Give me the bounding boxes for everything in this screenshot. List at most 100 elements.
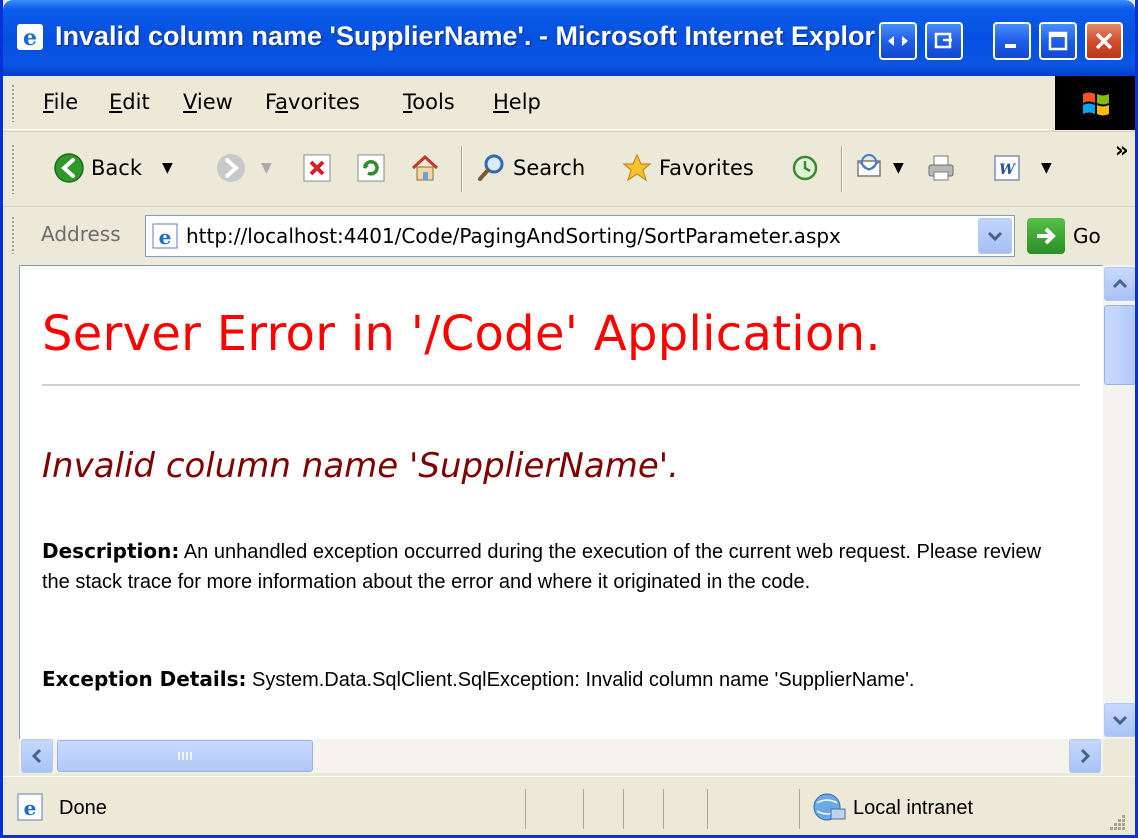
menu-bar: File Edit View Favorites Tools Help xyxy=(3,76,1135,130)
back-arrow-icon xyxy=(54,153,84,183)
page-icon: e xyxy=(152,223,178,249)
word-edit-button[interactable]: W ▼ xyxy=(991,152,1052,184)
chevron-left-icon xyxy=(31,748,42,764)
resize-grip-icon[interactable] xyxy=(1107,812,1127,832)
description-label: Description: xyxy=(42,539,180,563)
scroll-right-button[interactable] xyxy=(1069,739,1101,773)
description-paragraph: Description: An unhandled exception occu… xyxy=(42,536,1042,597)
maximize-icon xyxy=(1048,31,1068,51)
vertical-scrollbar[interactable] xyxy=(1103,265,1135,739)
scroll-up-button[interactable] xyxy=(1104,267,1135,301)
arrows-icon xyxy=(888,36,908,46)
toolbar-chevron[interactable]: » xyxy=(1115,138,1129,162)
address-bar: Address e http://localhost:4401/Code/Pag… xyxy=(3,208,1135,262)
tile-windows-button[interactable] xyxy=(879,22,917,60)
back-dropdown-icon[interactable]: ▼ xyxy=(162,160,173,176)
status-divider xyxy=(525,789,526,829)
error-heading: Server Error in '/Code' Application. xyxy=(42,306,881,362)
edit-dropdown-icon[interactable]: ▼ xyxy=(1041,160,1052,176)
status-divider xyxy=(663,789,664,829)
menu-favorites[interactable]: Favorites xyxy=(265,90,360,114)
horizontal-scroll-thumb[interactable] xyxy=(57,740,313,772)
go-label: Go xyxy=(1073,224,1101,248)
browser-window: e Invalid column name 'SupplierName'. - … xyxy=(0,0,1138,838)
exception-label: Exception Details: xyxy=(42,667,247,691)
toolbar-separator xyxy=(841,146,843,192)
addressbar-grip[interactable] xyxy=(11,216,15,254)
divider xyxy=(42,384,1080,386)
ie-logo-icon: e xyxy=(17,24,43,51)
favorites-label: Favorites xyxy=(659,156,754,180)
toolbar-separator xyxy=(461,146,463,192)
home-button[interactable] xyxy=(409,152,441,184)
home-icon xyxy=(411,154,439,181)
exception-paragraph: Exception Details: System.Data.SqlClient… xyxy=(42,664,1042,695)
menu-view[interactable]: View xyxy=(183,90,233,114)
error-message: Invalid column name 'SupplierName'. xyxy=(42,446,679,486)
printer-icon xyxy=(928,155,954,181)
stop-button[interactable] xyxy=(301,152,333,184)
menu-edit[interactable]: Edit xyxy=(109,90,150,114)
forward-button[interactable]: ▼ xyxy=(215,152,272,184)
go-arrow-icon xyxy=(1027,218,1065,254)
forward-dropdown-icon[interactable]: ▼ xyxy=(261,160,272,176)
page-done-icon: e xyxy=(17,793,43,821)
scroll-down-button[interactable] xyxy=(1104,703,1135,737)
status-divider xyxy=(707,789,708,829)
status-divider xyxy=(799,789,800,829)
standard-toolbar: Back ▼ ▼ Search Favorites ▼ W ▼ » xyxy=(3,131,1135,207)
go-button[interactable]: Go xyxy=(1027,218,1101,254)
maximize-button[interactable] xyxy=(1039,22,1077,60)
search-button[interactable]: Search xyxy=(475,152,585,184)
window-title: Invalid column name 'SupplierName'. - Mi… xyxy=(55,21,875,51)
chevron-up-icon xyxy=(1112,278,1128,289)
chevron-down-icon xyxy=(987,231,1003,242)
address-url: http://localhost:4401/Code/PagingAndSort… xyxy=(186,224,841,248)
refresh-icon xyxy=(357,154,385,182)
minimize-icon xyxy=(1005,44,1016,48)
history-button[interactable] xyxy=(789,152,821,184)
grip-lines-icon xyxy=(178,752,192,760)
svg-text:e: e xyxy=(23,25,37,51)
stop-icon xyxy=(303,154,331,182)
menu-help[interactable]: Help xyxy=(493,90,541,114)
scroll-left-button[interactable] xyxy=(21,739,53,773)
toolbar-grip[interactable] xyxy=(11,144,15,194)
menubar-grip[interactable] xyxy=(11,84,15,122)
history-icon xyxy=(792,155,818,181)
mail-button[interactable]: ▼ xyxy=(855,152,904,184)
close-button[interactable] xyxy=(1085,22,1123,60)
horizontal-scrollbar[interactable] xyxy=(19,739,1103,773)
status-divider xyxy=(623,789,624,829)
restore-page-button[interactable] xyxy=(925,22,963,60)
print-button[interactable] xyxy=(925,152,957,184)
star-icon xyxy=(622,153,652,182)
more-chevron-icon: » xyxy=(1115,138,1129,162)
status-text: Done xyxy=(59,797,107,819)
exception-text: System.Data.SqlClient.SqlException: Inva… xyxy=(246,669,915,691)
menu-file[interactable]: File xyxy=(43,90,78,114)
menu-tools[interactable]: Tools xyxy=(403,90,455,114)
status-bar: e Done Local intranet xyxy=(3,776,1135,835)
page-content[interactable]: Server Error in '/Code' Application. Inv… xyxy=(19,265,1103,739)
svg-text:e: e xyxy=(24,796,37,820)
mail-dropdown-icon[interactable]: ▼ xyxy=(893,160,904,176)
forward-arrow-icon xyxy=(217,154,245,182)
windows-logo-icon xyxy=(1055,76,1135,130)
minimize-button[interactable] xyxy=(993,22,1031,60)
address-input[interactable]: e http://localhost:4401/Code/PagingAndSo… xyxy=(145,215,1015,257)
window-stack-icon xyxy=(934,32,952,49)
vertical-scroll-thumb[interactable] xyxy=(1104,305,1135,385)
address-label: Address xyxy=(41,222,121,246)
back-button[interactable]: Back ▼ xyxy=(53,152,173,184)
close-icon xyxy=(1095,32,1113,50)
refresh-button[interactable] xyxy=(355,152,387,184)
status-zone: Local intranet xyxy=(853,797,974,819)
local-intranet-icon xyxy=(813,793,846,821)
scrollbar-corner xyxy=(1103,739,1135,773)
favorites-button[interactable]: Favorites xyxy=(621,152,754,184)
address-dropdown-button[interactable] xyxy=(978,218,1012,254)
title-bar[interactable]: e Invalid column name 'SupplierName'. - … xyxy=(3,0,1135,76)
svg-text:W: W xyxy=(999,162,1016,178)
description-text: An unhandled exception occurred during t… xyxy=(42,541,1042,593)
